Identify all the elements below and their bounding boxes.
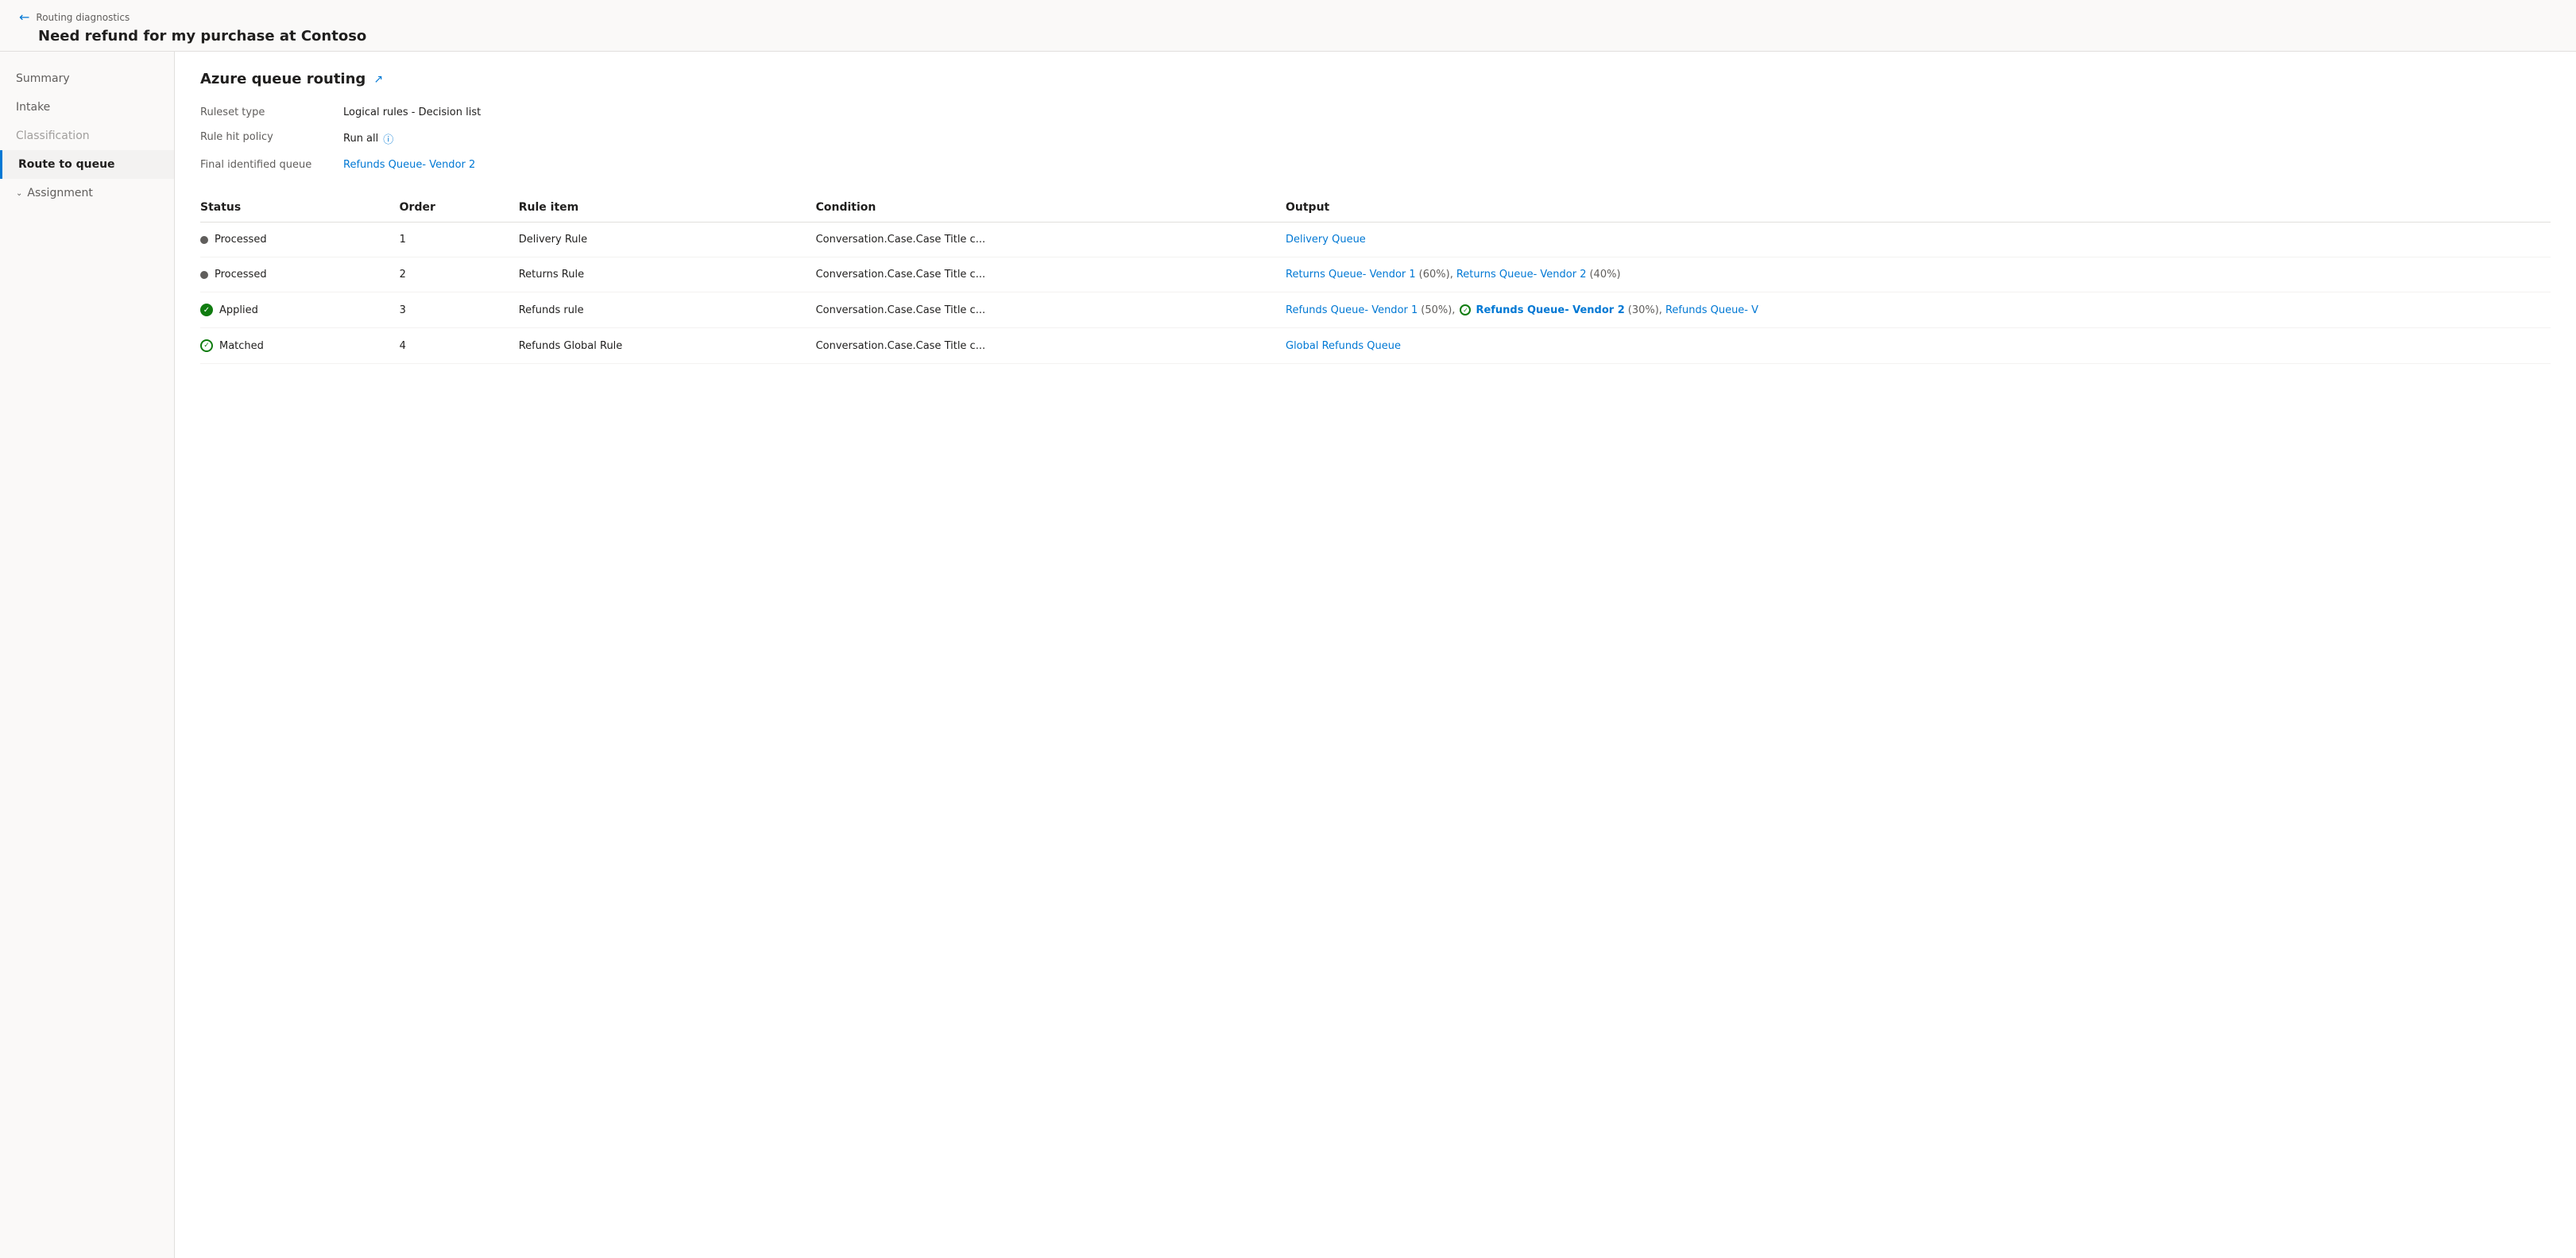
- status-label: Matched: [219, 340, 264, 352]
- sidebar-item-label: Assignment: [27, 187, 92, 199]
- rule-hit-policy-value: Run all ⓘ: [343, 128, 2551, 149]
- output-link[interactable]: Refunds Queue- Vendor 1: [1286, 304, 1418, 316]
- rule-item-cell: Refunds Global Rule: [519, 328, 816, 364]
- status-label: Processed: [215, 269, 267, 281]
- sidebar-item-label: Intake: [16, 101, 50, 114]
- chevron-down-icon: ⌄: [16, 189, 22, 198]
- sidebar-item-route-to-queue[interactable]: Route to queue: [0, 150, 174, 179]
- sidebar-item-label: Route to queue: [18, 158, 115, 171]
- info-icon[interactable]: ⓘ: [383, 131, 393, 146]
- breadcrumb-row: ← Routing diagnostics: [19, 10, 2557, 25]
- col-header-rule-item: Rule item: [519, 193, 816, 223]
- main-layout: Summary Intake Classification Route to q…: [0, 52, 2576, 1258]
- condition-cell: Conversation.Case.Case Title c...: [816, 223, 1286, 257]
- rule-hit-policy-label: Rule hit policy: [200, 128, 343, 149]
- sidebar-item-label: Classification: [16, 130, 90, 142]
- status-cell: ✓ Applied: [200, 292, 400, 328]
- final-queue-label: Final identified queue: [200, 156, 343, 174]
- table-row: ✓ Applied 3 Refunds rule Conversation.Ca…: [200, 292, 2551, 328]
- ruleset-type-value: Logical rules - Decision list: [343, 103, 2551, 122]
- status-cell: Processed: [200, 223, 400, 257]
- output-cell: Global Refunds Queue: [1286, 328, 2551, 364]
- section-title-row: Azure queue routing ↗︎: [200, 71, 2551, 87]
- page-title: Need refund for my purchase at Contoso: [19, 28, 2557, 45]
- output-link[interactable]: Global Refunds Queue: [1286, 340, 1401, 352]
- breadcrumb: Routing diagnostics: [36, 12, 130, 23]
- section-title: Azure queue routing: [200, 71, 366, 87]
- order-cell: 4: [400, 328, 519, 364]
- sidebar-item-intake[interactable]: Intake: [0, 93, 174, 122]
- header: ← Routing diagnostics Need refund for my…: [0, 0, 2576, 52]
- inline-check-icon: ✓: [1460, 304, 1471, 315]
- sidebar: Summary Intake Classification Route to q…: [0, 52, 175, 1258]
- status-dot-icon: [200, 271, 208, 279]
- output-cell: Refunds Queue- Vendor 1 (50%), ✓ Refunds…: [1286, 292, 2551, 328]
- ruleset-type-label: Ruleset type: [200, 103, 343, 122]
- condition-cell: Conversation.Case.Case Title c...: [816, 292, 1286, 328]
- rule-item-cell: Returns Rule: [519, 257, 816, 292]
- col-header-status: Status: [200, 193, 400, 223]
- status-label: Processed: [215, 234, 267, 246]
- status-label: Applied: [219, 304, 258, 316]
- output-link[interactable]: Delivery Queue: [1286, 234, 1366, 246]
- info-grid: Ruleset type Logical rules - Decision li…: [200, 103, 2551, 174]
- status-check-icon: ✓: [200, 304, 213, 316]
- sidebar-item-label: Summary: [16, 72, 70, 85]
- order-cell: 2: [400, 257, 519, 292]
- table-row: Processed 1 Delivery Rule Conversation.C…: [200, 223, 2551, 257]
- col-header-condition: Condition: [816, 193, 1286, 223]
- col-header-output: Output: [1286, 193, 2551, 223]
- back-button[interactable]: ←: [19, 10, 29, 25]
- final-queue-value[interactable]: Refunds Queue- Vendor 2: [343, 156, 2551, 174]
- status-dot-icon: [200, 236, 208, 244]
- output-cell: Delivery Queue: [1286, 223, 2551, 257]
- table-row: Processed 2 Returns Rule Conversation.Ca…: [200, 257, 2551, 292]
- output-cell: Returns Queue- Vendor 1 (60%), Returns Q…: [1286, 257, 2551, 292]
- condition-cell: Conversation.Case.Case Title c...: [816, 257, 1286, 292]
- sidebar-item-summary[interactable]: Summary: [0, 64, 174, 93]
- table-row: ✓ Matched 4 Refunds Global Rule Conversa…: [200, 328, 2551, 364]
- status-cell: Processed: [200, 257, 400, 292]
- routing-table: Status Order Rule item Condition Output: [200, 193, 2551, 364]
- rule-item-cell: Delivery Rule: [519, 223, 816, 257]
- external-link-icon[interactable]: ↗︎: [373, 73, 383, 86]
- content-area: Azure queue routing ↗︎ Ruleset type Logi…: [175, 52, 2576, 1258]
- sidebar-item-assignment[interactable]: ⌄ Assignment: [0, 179, 174, 207]
- output-link-bold[interactable]: Refunds Queue- Vendor 2: [1476, 304, 1624, 316]
- sidebar-item-classification: Classification: [0, 122, 174, 150]
- status-cell: ✓ Matched: [200, 328, 400, 364]
- col-header-order: Order: [400, 193, 519, 223]
- app-container: ← Routing diagnostics Need refund for my…: [0, 0, 2576, 1258]
- status-check-outline-icon: ✓: [200, 339, 213, 352]
- output-link[interactable]: Refunds Queue- V: [1665, 304, 1758, 316]
- rule-item-cell: Refunds rule: [519, 292, 816, 328]
- condition-cell: Conversation.Case.Case Title c...: [816, 328, 1286, 364]
- output-link[interactable]: Returns Queue- Vendor 2: [1456, 269, 1587, 281]
- output-link[interactable]: Returns Queue- Vendor 1: [1286, 269, 1416, 281]
- order-cell: 3: [400, 292, 519, 328]
- order-cell: 1: [400, 223, 519, 257]
